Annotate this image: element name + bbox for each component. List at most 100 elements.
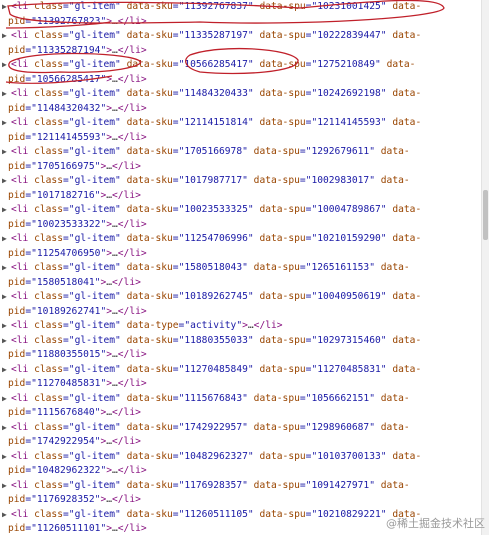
- data-pid-value[interactable]: 12114145593: [37, 132, 101, 143]
- attr-type-value[interactable]: activity: [190, 320, 236, 331]
- attr-class-value[interactable]: gl-item: [75, 88, 115, 99]
- data-sku-value[interactable]: 11392767837: [184, 1, 248, 12]
- triangle-right-icon[interactable]: ▶: [2, 261, 11, 276]
- attr-class-value[interactable]: gl-item: [75, 451, 115, 462]
- vertical-scrollbar[interactable]: [481, 0, 489, 535]
- dom-node-li[interactable]: ▶ <li class="gl-item" data-sku="112547069…: [0, 232, 482, 247]
- triangle-right-icon[interactable]: ▶: [2, 0, 11, 15]
- data-spu-value[interactable]: 1265161153: [311, 262, 369, 273]
- dom-node-li-continued[interactable]: pid="1017182716">…</li>: [0, 189, 482, 204]
- attr-class-value[interactable]: gl-item: [75, 233, 115, 244]
- triangle-right-icon[interactable]: ▶: [2, 421, 11, 436]
- data-pid-value[interactable]: 1580518041: [37, 277, 95, 288]
- dom-node-li[interactable]: ▶ <li class="gl-item" data-sku="118803550…: [0, 334, 482, 349]
- data-spu-value[interactable]: 1091427971: [311, 480, 369, 491]
- data-pid-value[interactable]: 11254706950: [37, 248, 101, 259]
- triangle-right-icon[interactable]: ▶: [2, 58, 11, 73]
- data-spu-value[interactable]: 10103700133: [317, 451, 381, 462]
- attr-class-value[interactable]: gl-item: [75, 364, 115, 375]
- dom-node-li[interactable]: ▶ <li class="gl-item" data-sku="112704858…: [0, 363, 482, 378]
- triangle-right-icon[interactable]: ▶: [2, 450, 11, 465]
- dom-node-li-continued[interactable]: pid="1705166975">…</li>: [0, 160, 482, 175]
- data-sku-value[interactable]: 11270485849: [184, 364, 248, 375]
- triangle-right-icon[interactable]: ▶: [2, 479, 11, 494]
- data-spu-value[interactable]: 10210829221: [317, 509, 381, 520]
- data-pid-value[interactable]: 11392767823: [37, 16, 101, 27]
- data-spu-value[interactable]: 1298960687: [311, 422, 369, 433]
- attr-class-value[interactable]: gl-item: [75, 30, 115, 41]
- dom-node-li-continued[interactable]: pid="11392767823">…</li>: [0, 15, 482, 30]
- dom-node-li-continued[interactable]: pid="11270485831">…</li>: [0, 377, 482, 392]
- data-spu-value[interactable]: 10040950619: [317, 291, 381, 302]
- data-spu-value[interactable]: 10210159290: [317, 233, 381, 244]
- attr-class-value[interactable]: gl-item: [75, 320, 115, 331]
- data-sku-value[interactable]: 10023533325: [184, 204, 248, 215]
- dom-node-li-continued[interactable]: pid="1115676840">…</li>: [0, 406, 482, 421]
- triangle-right-icon[interactable]: ▶: [2, 319, 11, 334]
- data-sku-value[interactable]: 1580518043: [184, 262, 242, 273]
- dom-node-li[interactable]: ▶ <li class="gl-item" data-sku="101892627…: [0, 290, 482, 305]
- attr-class-value[interactable]: gl-item: [75, 262, 115, 273]
- triangle-right-icon[interactable]: ▶: [2, 203, 11, 218]
- dom-node-li[interactable]: ▶ <li class="gl-item" data-sku="121141518…: [0, 116, 482, 131]
- data-pid-value[interactable]: 1115676840: [37, 407, 95, 418]
- scrollbar-thumb[interactable]: [483, 190, 488, 240]
- dom-node-li[interactable]: ▶ <li class="gl-item" data-sku="111567684…: [0, 392, 482, 407]
- data-sku-value[interactable]: 11335287197: [184, 30, 248, 41]
- attr-class-value[interactable]: gl-item: [75, 59, 115, 70]
- dom-node-li-continued[interactable]: pid="10566285417">…</li>: [0, 73, 482, 88]
- dom-node-li[interactable]: ▶ <li class="gl-item" data-sku="117692835…: [0, 479, 482, 494]
- data-pid-value[interactable]: 10566285417: [37, 74, 101, 85]
- dom-node-li-continued[interactable]: pid="11254706950">…</li>: [0, 247, 482, 262]
- triangle-right-icon[interactable]: ▶: [2, 145, 11, 160]
- dom-node-li[interactable]: ▶ <li class="gl-item" data-type="activity…: [0, 319, 482, 334]
- dom-node-li[interactable]: ▶ <li class="gl-item" data-sku="158051804…: [0, 261, 482, 276]
- dom-node-li-continued[interactable]: pid="11335287194">…</li>: [0, 44, 482, 59]
- attr-class-value[interactable]: gl-item: [75, 117, 115, 128]
- dom-node-li-continued[interactable]: pid="10189262741">…</li>: [0, 305, 482, 320]
- data-spu-value[interactable]: 10231001425: [317, 1, 381, 12]
- triangle-right-icon[interactable]: ▶: [2, 232, 11, 247]
- data-pid-value[interactable]: 11270485831: [37, 378, 101, 389]
- dom-node-li[interactable]: ▶ <li class="gl-item" data-sku="113352871…: [0, 29, 482, 44]
- data-spu-value[interactable]: 1056662151: [311, 393, 369, 404]
- triangle-right-icon[interactable]: ▶: [2, 334, 11, 349]
- dom-node-li[interactable]: ▶ <li class="gl-item" data-sku="170516697…: [0, 145, 482, 160]
- data-pid-value[interactable]: 10482962322: [37, 465, 101, 476]
- data-pid-value[interactable]: 11260511101: [37, 523, 101, 534]
- dom-node-li[interactable]: ▶ <li class="gl-item" data-sku="114843204…: [0, 87, 482, 102]
- data-sku-value[interactable]: 11880355033: [184, 335, 248, 346]
- dom-node-li[interactable]: ▶ <li class="gl-item" data-sku="100235333…: [0, 203, 482, 218]
- attr-class-value[interactable]: gl-item: [75, 509, 115, 520]
- triangle-right-icon[interactable]: ▶: [2, 174, 11, 189]
- dom-node-li-continued[interactable]: pid="1742922954">…</li>: [0, 435, 482, 450]
- triangle-right-icon[interactable]: ▶: [2, 363, 11, 378]
- data-pid-value[interactable]: 10023533322: [37, 219, 101, 230]
- attr-class-value[interactable]: gl-item: [75, 175, 115, 186]
- triangle-right-icon[interactable]: ▶: [2, 290, 11, 305]
- triangle-right-icon[interactable]: ▶: [2, 508, 11, 523]
- data-sku-value[interactable]: 1115676843: [184, 393, 242, 404]
- data-pid-value[interactable]: 11484320432: [37, 103, 101, 114]
- attr-class-value[interactable]: gl-item: [75, 204, 115, 215]
- data-spu-value[interactable]: 10222839447: [317, 30, 381, 41]
- data-sku-value[interactable]: 1705166978: [184, 146, 242, 157]
- data-spu-value[interactable]: 1292679611: [311, 146, 369, 157]
- data-spu-value[interactable]: 12114145593: [317, 117, 381, 128]
- data-sku-value[interactable]: 1176928357: [184, 480, 242, 491]
- attr-class-value[interactable]: gl-item: [75, 422, 115, 433]
- data-sku-value[interactable]: 12114151814: [184, 117, 248, 128]
- dom-node-li-continued[interactable]: pid="12114145593">…</li>: [0, 131, 482, 146]
- data-sku-value[interactable]: 1017987717: [184, 175, 242, 186]
- data-spu-value[interactable]: 10004789867: [317, 204, 381, 215]
- data-spu-value[interactable]: 1002983017: [311, 175, 369, 186]
- dom-node-li[interactable]: ▶ <li class="gl-item" data-sku="101798771…: [0, 174, 482, 189]
- dom-node-li-continued[interactable]: pid="11880355015">…</li>: [0, 348, 482, 363]
- dom-node-li[interactable]: ▶ <li class="gl-item" data-sku="104829623…: [0, 450, 482, 465]
- data-pid-value[interactable]: 1176928352: [37, 494, 95, 505]
- data-sku-value[interactable]: 10189262745: [184, 291, 248, 302]
- data-spu-value[interactable]: 10297315460: [317, 335, 381, 346]
- data-sku-value[interactable]: 11484320433: [184, 88, 248, 99]
- dom-node-li-continued[interactable]: pid="1176928352">…</li>: [0, 493, 482, 508]
- triangle-right-icon[interactable]: ▶: [2, 87, 11, 102]
